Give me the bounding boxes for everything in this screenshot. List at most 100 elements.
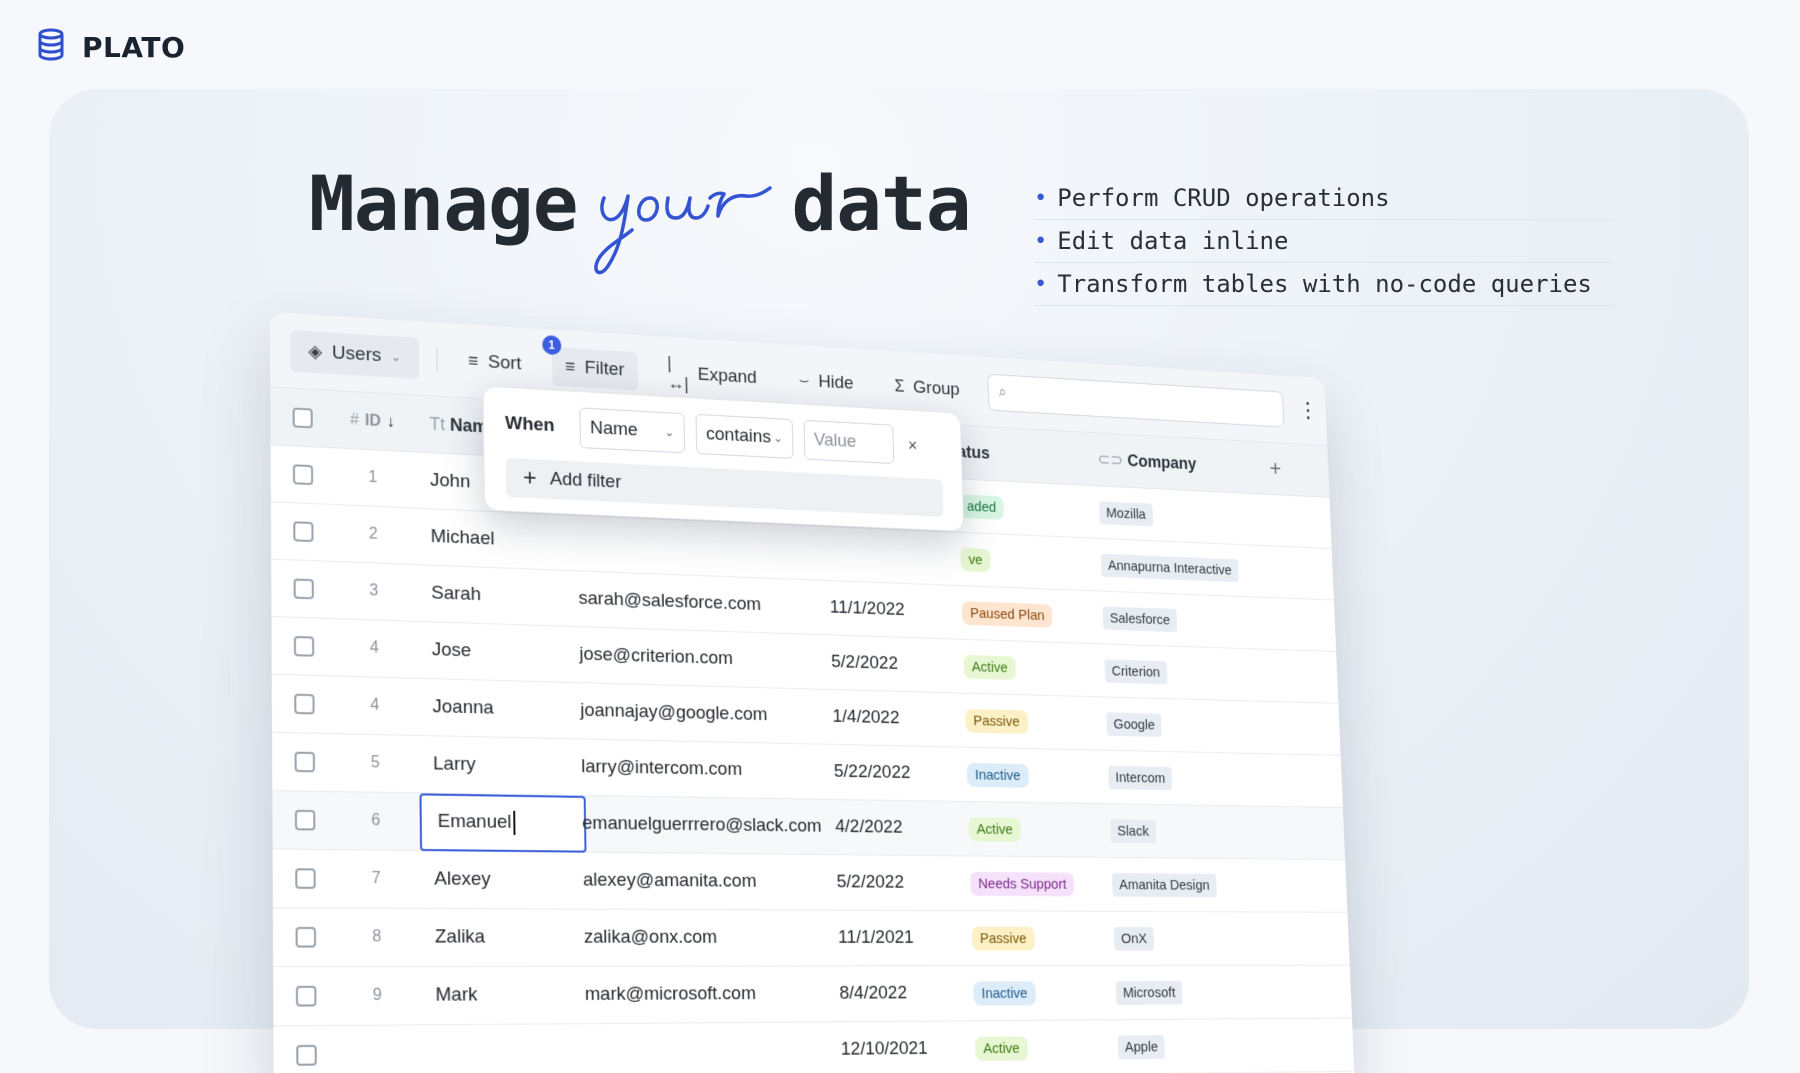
cell-name[interactable]: Zalika [415,926,573,948]
company-link[interactable]: Salesforce [1102,605,1178,632]
cell-email[interactable]: alexey@amanita.com [571,869,826,893]
cell-company[interactable]: Slack [1100,818,1262,844]
group-button[interactable]: Σ Group [882,367,973,409]
table-row[interactable]: 7 Alexey alexey@amanita.com 5/2/2022 Needs S… [272,849,1348,913]
cell-name[interactable] [416,1053,574,1055]
cell-status[interactable]: aded [950,493,1090,523]
cell-status[interactable]: Passive [963,926,1105,951]
cell-date[interactable]: 11/1/2022 [819,597,954,623]
cell-status[interactable]: Active [955,654,1095,682]
table-row[interactable]: 8 Zalika zalika@onx.com 11/1/2021 Passive OnX [272,908,1350,968]
row-select-cell[interactable] [272,693,337,715]
cell-status[interactable]: Active [966,1035,1108,1061]
cell-date[interactable]: 5/2/2022 [820,651,955,676]
cell-name[interactable]: Alexey [414,868,571,891]
row-checkbox[interactable] [293,521,314,543]
cell-email[interactable]: zalika@onx.com [572,927,827,949]
search-input[interactable]: ⌕ [986,373,1285,428]
sort-button[interactable]: ≡ Sort [454,341,535,385]
row-select-cell[interactable] [271,578,336,600]
cell-email[interactable] [566,543,817,553]
row-checkbox[interactable] [294,693,315,715]
filter-field-select[interactable]: Name ⌄ [579,407,686,454]
cell-company[interactable]: Criterion [1094,658,1255,686]
column-company[interactable]: ⊂⊃ Company [1087,449,1247,477]
cell-name[interactable]: Mark [415,984,573,1007]
cell-company[interactable]: Microsoft [1105,980,1268,1005]
cell-company[interactable]: OnX [1103,926,1266,951]
row-select-cell[interactable] [273,985,339,1007]
row-checkbox[interactable] [294,809,316,831]
cell-date[interactable]: 1/4/2022 [821,706,956,730]
cell-company[interactable]: Salesforce [1092,605,1253,634]
cell-status[interactable]: ve [951,547,1091,576]
cell-email[interactable]: emanuelguerrrero@slack.com [570,813,824,838]
cell-date[interactable]: 5/22/2022 [823,761,959,785]
row-select-cell[interactable] [274,1044,340,1066]
company-link[interactable]: Criterion [1104,658,1168,684]
company-link[interactable]: Amanita Design [1111,872,1217,897]
cell-status[interactable]: Inactive [964,980,1106,1006]
cell-status[interactable]: Inactive [958,762,1099,788]
cell-email[interactable]: jose@criterion.com [568,643,821,672]
cell-company[interactable]: Mozilla [1089,500,1250,530]
cell-name[interactable]: Larry [413,753,570,778]
cell-name[interactable]: Emanuel [414,792,587,853]
hide-button[interactable]: ⌣ Hide [786,361,867,403]
row-select-cell[interactable] [272,809,337,831]
cell-date[interactable]: 8/4/2022 [828,983,965,1005]
row-checkbox[interactable] [293,635,315,657]
row-checkbox[interactable] [296,1044,317,1066]
select-all-cell[interactable] [270,406,334,429]
cell-name[interactable]: Joanna [413,696,569,722]
company-link[interactable]: Apple [1117,1034,1166,1059]
inline-edit-input[interactable]: Emanuel [419,792,587,853]
select-all-checkbox[interactable] [292,406,313,428]
column-id[interactable]: # ID ↓ [335,410,410,432]
row-select-cell[interactable] [271,463,335,486]
row-checkbox[interactable] [295,926,317,948]
row-checkbox[interactable] [295,985,317,1007]
row-checkbox[interactable] [293,578,314,600]
company-link[interactable]: Microsoft [1115,980,1183,1005]
cell-date[interactable]: 12/10/2021 [830,1038,967,1061]
cell-name[interactable]: Michael [411,525,567,553]
cell-status[interactable]: Needs Support [961,871,1102,896]
row-checkbox[interactable] [292,464,314,486]
table-selector[interactable]: ◈ Users ⌄ [290,329,419,379]
cell-email[interactable]: larry@intercom.com [570,756,824,782]
company-link[interactable]: Google [1106,711,1163,737]
more-options-icon[interactable]: ⋮ [1298,397,1319,424]
column-status[interactable]: atus [948,442,1087,469]
table-row[interactable]: 9 Mark mark@microsoft.com 8/4/2022 Inactive M… [273,965,1352,1027]
row-select-cell[interactable] [272,635,337,657]
company-link[interactable]: OnX [1113,926,1155,951]
add-column-button[interactable]: + [1246,455,1304,483]
company-link[interactable]: Annapurna Interactive [1100,553,1239,582]
row-select-cell[interactable] [272,751,337,773]
cell-date[interactable]: 11/1/2021 [827,927,963,949]
cell-status[interactable]: Passive [956,708,1097,735]
filter-value-input[interactable]: Value [803,419,895,465]
company-link[interactable]: Slack [1110,818,1157,843]
brand[interactable]: PLATO [36,28,185,67]
company-link[interactable]: Intercom [1108,765,1173,790]
cell-date[interactable]: 5/2/2022 [825,872,961,894]
remove-filter-icon[interactable]: × [908,435,918,455]
cell-date[interactable] [818,553,952,559]
cell-company[interactable]: Google [1096,711,1258,739]
table-row[interactable]: 12/10/2021 Active Apple [273,1018,1355,1073]
cell-company[interactable]: Intercom [1098,765,1260,791]
cell-date[interactable]: 4/2/2022 [824,816,960,839]
cell-company[interactable]: Amanita Design [1102,872,1264,897]
cell-company[interactable]: Apple [1107,1034,1270,1059]
cell-company[interactable]: Annapurna Interactive [1090,553,1251,583]
cell-email[interactable]: joannajay@google.com [569,700,822,728]
row-checkbox[interactable] [295,868,316,889]
cell-email[interactable] [574,1050,830,1053]
cell-status[interactable]: Active [959,816,1100,843]
row-select-cell[interactable] [273,926,339,948]
cell-email[interactable]: sarah@salesforce.com [567,588,819,618]
row-checkbox[interactable] [294,751,315,773]
filter-button[interactable]: 1 ≡ Filter [541,334,638,391]
